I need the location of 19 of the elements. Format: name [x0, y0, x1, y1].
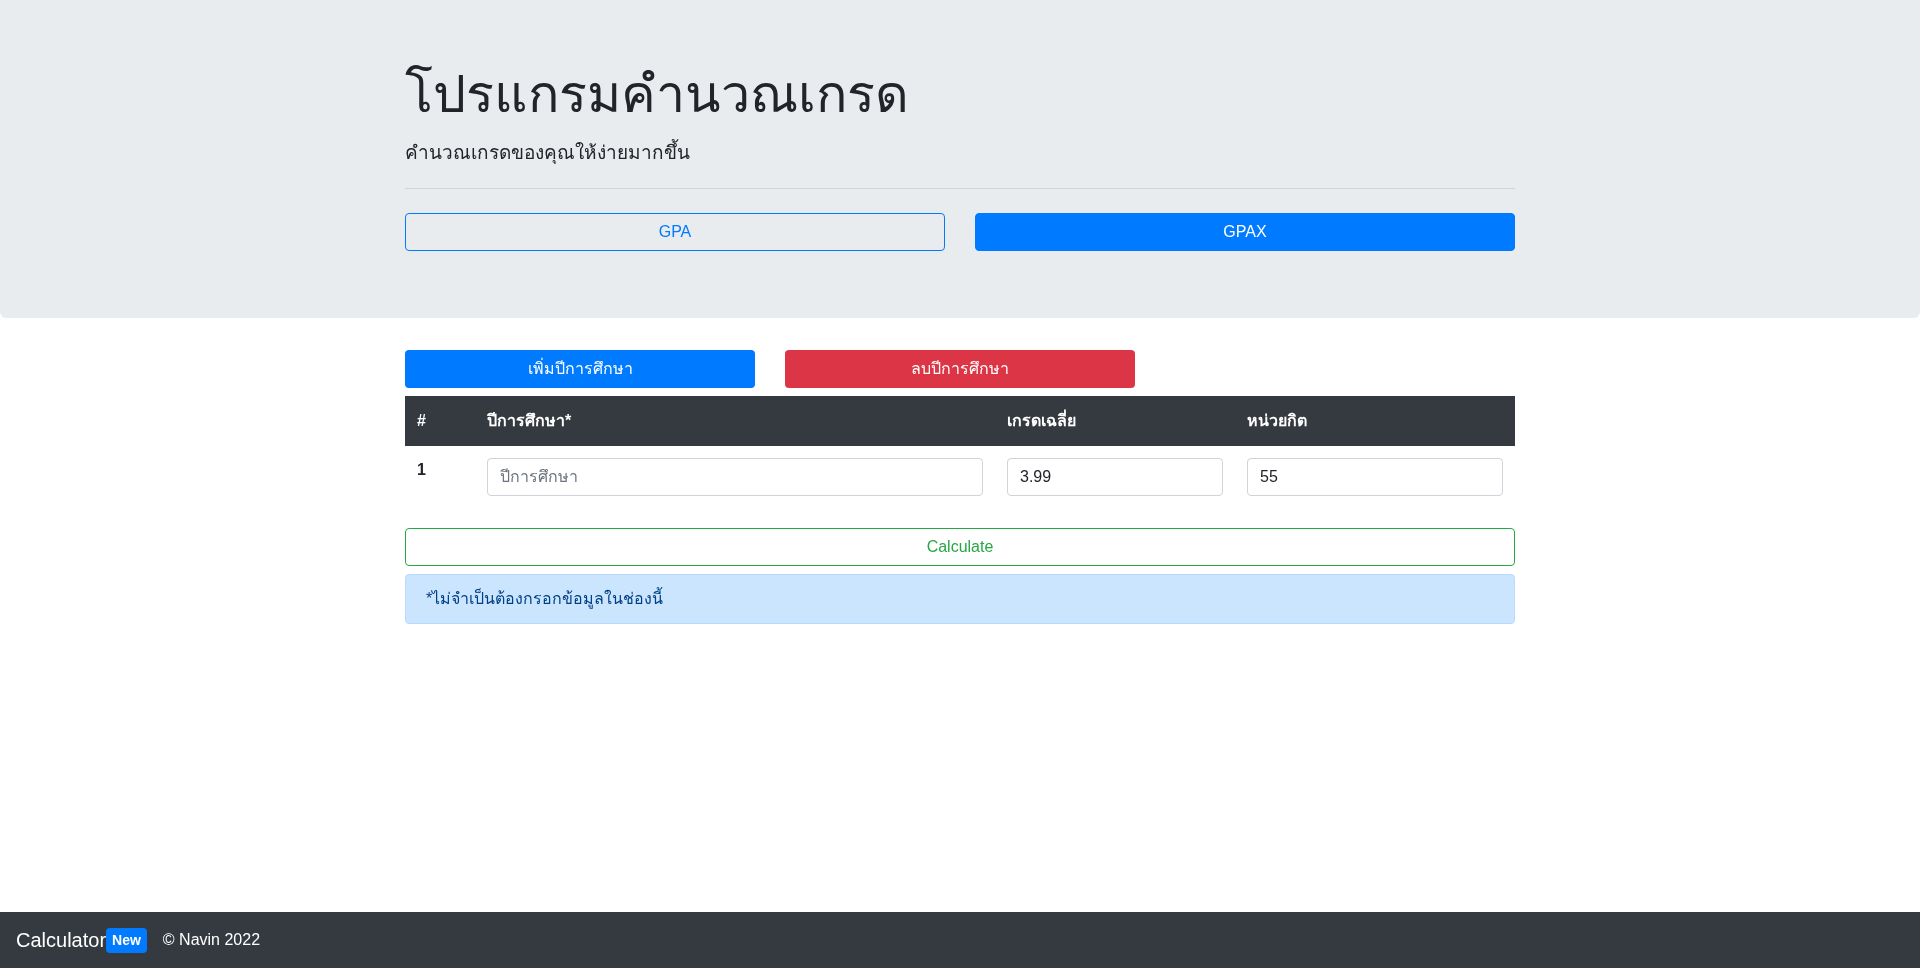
column-header: #: [405, 396, 475, 446]
info-note: *ไม่จำเป็นต้องกรอกข้อมูลในช่องนี้: [405, 574, 1515, 624]
credits-input[interactable]: 55: [1247, 458, 1503, 496]
page-title: โปรแกรมคำนวณเกรด: [405, 63, 910, 126]
page-subtitle: คำนวณเกรดของคุณให้ง่ายมากขึ้น: [405, 139, 1515, 168]
remove-year-button[interactable]: ลบปีการศึกษา: [785, 350, 1135, 388]
calculate-button[interactable]: Calculate: [405, 528, 1515, 566]
mode-tab[interactable]: GPA: [405, 212, 945, 251]
add-year-button[interactable]: เพิ่มปีการศึกษา: [405, 350, 755, 388]
new-badge: New: [106, 927, 147, 953]
row-number: 1: [417, 461, 426, 478]
grade-input[interactable]: 3.99: [1007, 458, 1223, 496]
footer-brand: Calculator: [16, 928, 107, 953]
mode-tab[interactable]: GPAX: [975, 212, 1515, 251]
column-header: หน่วยกิต: [1235, 396, 1515, 446]
column-header: ปีการศึกษา*: [475, 396, 995, 446]
year-input[interactable]: ปีการศึกษา: [487, 458, 983, 496]
copyright-text: © Navin 2022: [162, 930, 261, 950]
column-header: เกรดเฉลี่ย: [995, 396, 1235, 446]
